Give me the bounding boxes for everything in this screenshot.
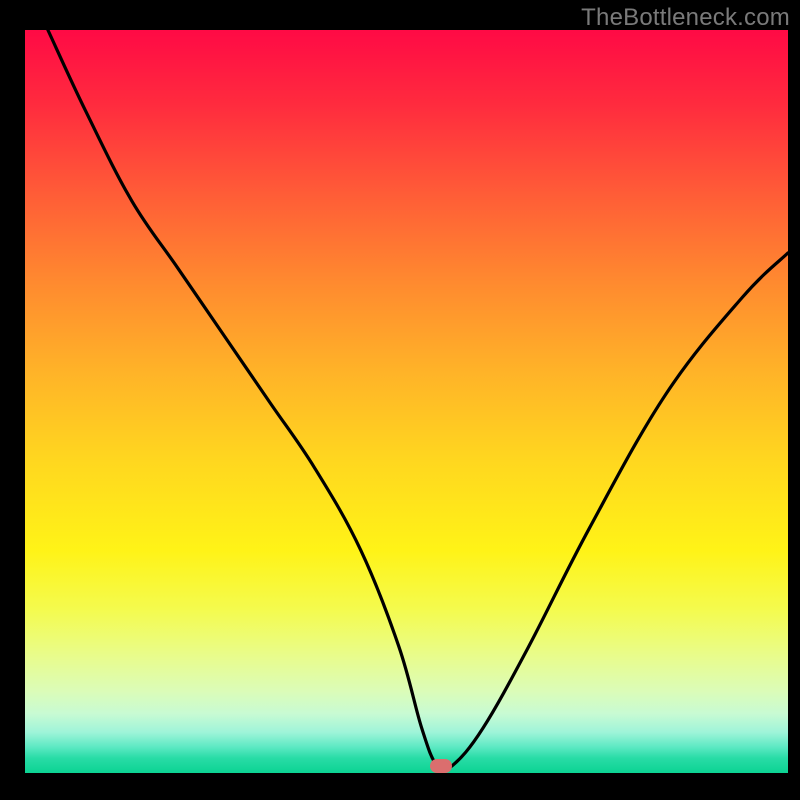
chart-frame: TheBottleneck.com	[0, 0, 800, 800]
watermark-text: TheBottleneck.com	[581, 4, 790, 32]
bottleneck-curve	[25, 30, 788, 773]
bottleneck-curve-path	[48, 30, 788, 771]
trough-marker	[430, 759, 452, 773]
